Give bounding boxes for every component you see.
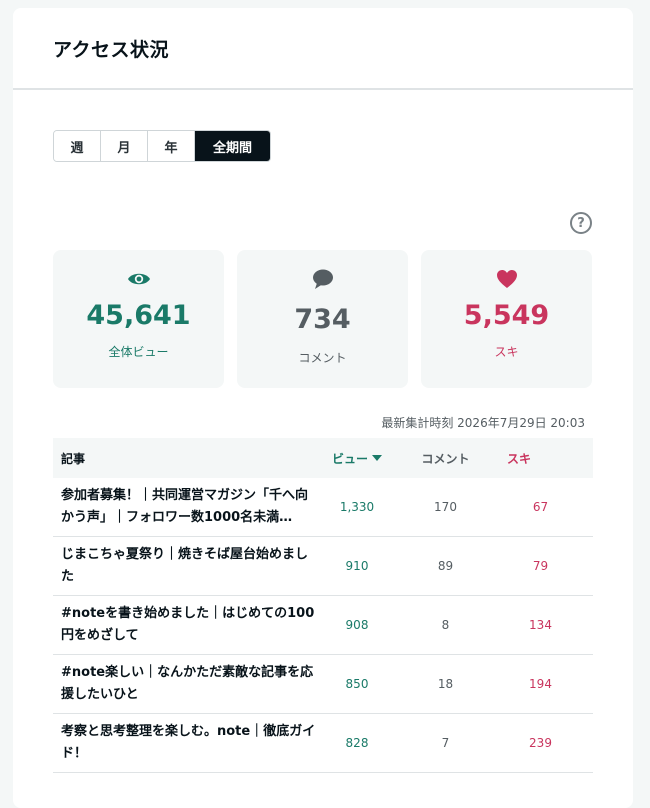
- column-header-views-label: ビュー: [331, 451, 368, 466]
- article-likes: 79: [532, 559, 549, 573]
- article-title[interactable]: #note楽しい｜なんかただ素敵な記事を応援したいひと: [53, 662, 316, 706]
- article-likes: 67: [532, 500, 549, 514]
- article-views: 908: [345, 618, 369, 632]
- column-header-likes[interactable]: スキ: [493, 450, 588, 467]
- comment-icon: [312, 268, 334, 290]
- article-title[interactable]: 考察と思考整理を楽しむ。note｜徹底ガイド！: [53, 721, 316, 765]
- table-row[interactable]: 参加者募集！｜共同運営マガジン「千へ向かう声」｜フォロワー数1000名未満… 1…: [53, 478, 593, 537]
- article-likes: 194: [529, 677, 552, 691]
- column-header-views[interactable]: ビュー: [316, 450, 398, 467]
- access-status-card: アクセス状況 週 月 年 全期間 ? 45,641 全体ビュー 734 コメント…: [13, 8, 633, 808]
- column-header-title: 記事: [61, 451, 86, 466]
- column-header-comments[interactable]: コメント: [398, 450, 493, 467]
- stat-comments-value: 734: [294, 304, 351, 335]
- stats-summary: 45,641 全体ビュー 734 コメント 5,549 スキ: [53, 250, 592, 388]
- period-tabs: 週 月 年 全期間: [53, 130, 271, 162]
- table-row[interactable]: じまこちゃ夏祭り｜焼きそば屋台始めました 910 89 79: [53, 537, 593, 596]
- articles-table: 記事 ビュー コメント スキ 参加者募集！｜共同運営マガジン「千へ向かう声」｜フ…: [53, 438, 593, 773]
- article-likes: 239: [529, 736, 552, 750]
- tab-month[interactable]: 月: [101, 131, 148, 161]
- stat-comments: 734 コメント: [237, 250, 408, 388]
- stat-views-value: 45,641: [86, 300, 191, 331]
- table-header: 記事 ビュー コメント スキ: [53, 438, 593, 478]
- table-row[interactable]: #noteを書き始めました｜はじめての100円をめざして 908 8 134: [53, 596, 593, 655]
- article-title[interactable]: じまこちゃ夏祭り｜焼きそば屋台始めました: [53, 544, 316, 588]
- article-likes: 134: [529, 618, 552, 632]
- tab-all-time[interactable]: 全期間: [195, 131, 270, 161]
- table-row[interactable]: 考察と思考整理を楽しむ。note｜徹底ガイド！ 828 7 239: [53, 714, 593, 773]
- stat-views-label: 全体ビュー: [108, 345, 169, 359]
- stat-likes: 5,549 スキ: [421, 250, 592, 388]
- article-title[interactable]: 参加者募集！｜共同運営マガジン「千へ向かう声」｜フォロワー数1000名未満…: [53, 485, 316, 529]
- article-comments: 89: [437, 559, 454, 573]
- page-title: アクセス状況: [53, 38, 170, 61]
- stat-comments-label: コメント: [298, 351, 347, 365]
- article-comments: 8: [441, 618, 450, 632]
- article-comments: 7: [441, 736, 450, 750]
- stat-views: 45,641 全体ビュー: [53, 250, 224, 388]
- stat-likes-label: スキ: [494, 345, 519, 359]
- article-views: 828: [345, 736, 369, 750]
- help-icon[interactable]: ?: [570, 212, 592, 234]
- article-comments: 170: [434, 500, 457, 514]
- card-header: アクセス状況: [13, 8, 633, 90]
- article-comments: 18: [437, 677, 454, 691]
- article-views: 850: [345, 677, 369, 691]
- tab-week[interactable]: 週: [54, 131, 101, 161]
- last-updated-timestamp: 最新集計時刻 2026年7月29日 20:03: [381, 416, 585, 430]
- sort-descending-icon: [372, 455, 382, 461]
- article-title[interactable]: #noteを書き始めました｜はじめての100円をめざして: [53, 603, 316, 647]
- tab-year[interactable]: 年: [148, 131, 195, 161]
- stat-likes-value: 5,549: [463, 300, 550, 331]
- table-row[interactable]: #note楽しい｜なんかただ素敵な記事を応援したいひと 850 18 194: [53, 655, 593, 714]
- eye-icon: [127, 268, 151, 290]
- heart-icon: [496, 268, 518, 290]
- article-views: 910: [345, 559, 369, 573]
- article-views: 1,330: [339, 500, 375, 514]
